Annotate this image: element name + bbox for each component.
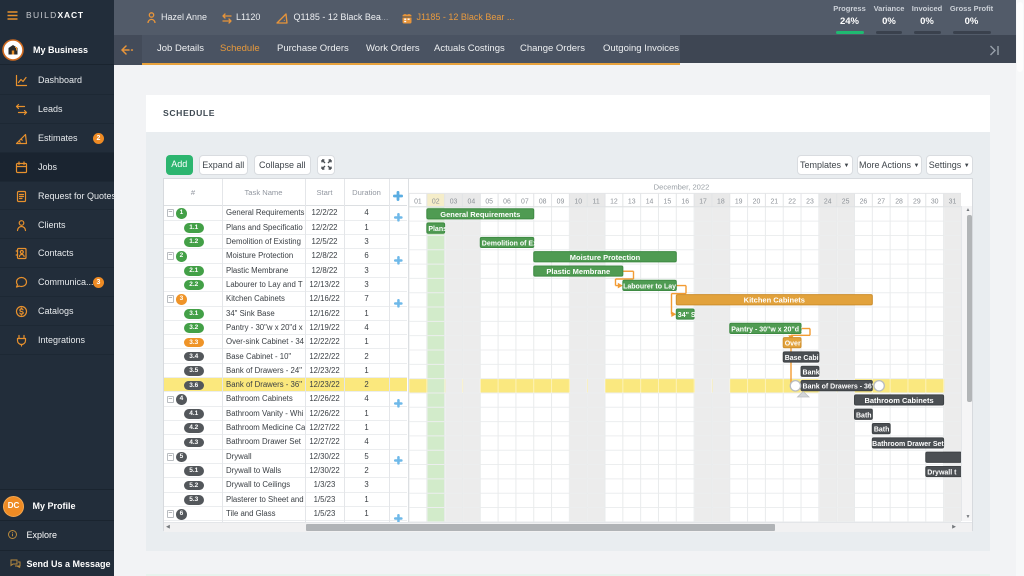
svg-text:16: 16 <box>681 198 689 205</box>
svg-text:21: 21 <box>770 198 778 205</box>
svg-text:15: 15 <box>663 198 671 205</box>
svg-text:17: 17 <box>699 198 707 205</box>
svg-text:04: 04 <box>467 198 475 205</box>
svg-text:02: 02 <box>432 198 440 205</box>
svg-text:Bathroom Cabinets: Bathroom Cabinets <box>864 395 933 404</box>
svg-text:07: 07 <box>521 198 529 205</box>
svg-text:Bath: Bath <box>856 412 872 419</box>
svg-text:22: 22 <box>788 198 796 205</box>
svg-text:27: 27 <box>877 198 885 205</box>
svg-text:08: 08 <box>539 198 547 205</box>
svg-text:11: 11 <box>592 198 599 205</box>
svg-text:Bank of Drawers - 36": Bank of Drawers - 36" <box>802 383 875 390</box>
svg-text:Plastic Membrane: Plastic Membrane <box>546 267 610 276</box>
svg-text:05: 05 <box>485 198 493 205</box>
svg-text:24: 24 <box>824 198 832 205</box>
svg-text:Moisture Protection: Moisture Protection <box>569 252 640 261</box>
svg-text:34" S: 34" S <box>677 312 695 319</box>
svg-text:Bathroom Drawer Set: Bathroom Drawer Set <box>872 440 944 447</box>
svg-text:Plans: Plans <box>428 226 447 233</box>
svg-text:30: 30 <box>931 198 939 205</box>
svg-text:December, 2022: December, 2022 <box>653 182 709 191</box>
svg-text:Base Cabi: Base Cabi <box>784 355 818 362</box>
svg-text:20: 20 <box>752 198 760 205</box>
svg-text:18: 18 <box>717 198 725 205</box>
svg-text:03: 03 <box>449 198 457 205</box>
svg-text:Demolition of Ex: Demolition of Ex <box>481 240 536 247</box>
svg-text:13: 13 <box>628 198 636 205</box>
svg-text:Over: Over <box>784 340 800 347</box>
svg-text:Drywall t: Drywall t <box>927 469 957 476</box>
svg-text:Kitchen Cabinets: Kitchen Cabinets <box>743 295 804 304</box>
svg-text:25: 25 <box>841 198 849 205</box>
svg-text:Pantry - 30"w x 20"d x: Pantry - 30"w x 20"d x <box>731 326 805 333</box>
svg-text:General Requirements: General Requirements <box>440 209 520 218</box>
svg-text:01: 01 <box>414 198 422 205</box>
svg-text:Bank: Bank <box>802 369 819 376</box>
svg-text:Labourer to Lay: Labourer to Lay <box>623 283 676 290</box>
svg-text:06: 06 <box>503 198 511 205</box>
svg-text:23: 23 <box>806 198 814 205</box>
svg-text:14: 14 <box>645 198 653 205</box>
svg-text:26: 26 <box>859 198 867 205</box>
svg-text:10: 10 <box>574 198 582 205</box>
svg-text:19: 19 <box>735 198 743 205</box>
svg-text:09: 09 <box>556 198 564 205</box>
svg-text:28: 28 <box>895 198 903 205</box>
svg-text:12: 12 <box>610 198 618 205</box>
svg-text:29: 29 <box>913 198 921 205</box>
svg-text:Bath: Bath <box>874 426 890 433</box>
svg-text:31: 31 <box>948 198 956 205</box>
